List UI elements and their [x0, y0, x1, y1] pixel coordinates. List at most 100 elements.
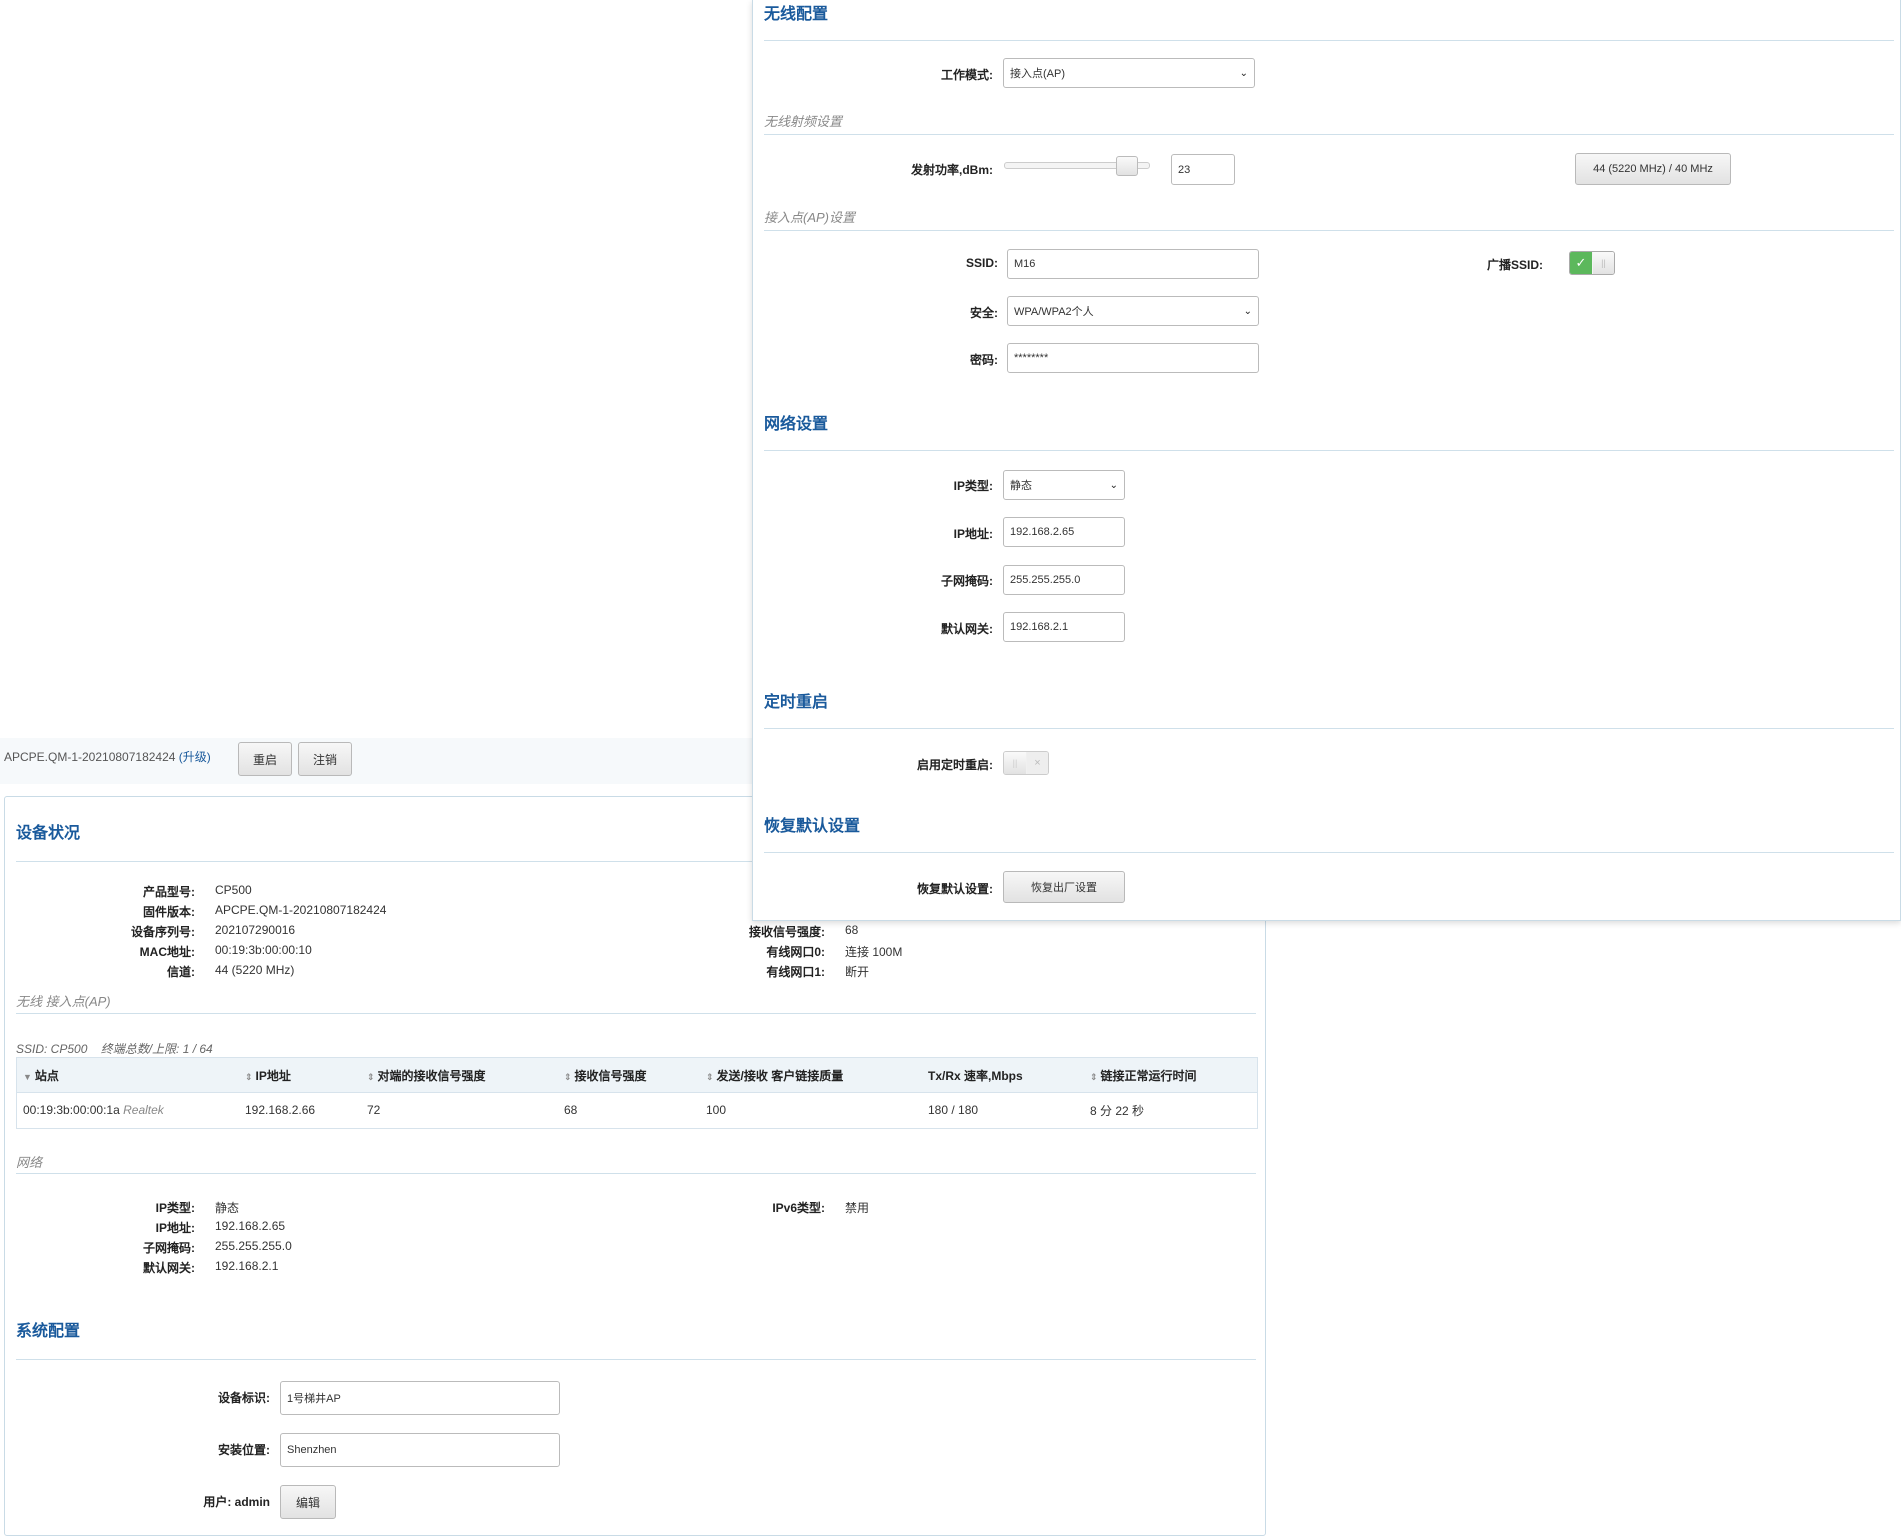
check-icon: ✓ [1570, 252, 1592, 274]
network-config-title: 网络设置 [764, 416, 829, 433]
close-icon: × [1027, 752, 1048, 774]
divider [16, 1013, 1256, 1014]
sort-icon: ⇕ [706, 1071, 714, 1082]
field-value: 255.255.255.0 [215, 1239, 292, 1253]
broadcast-ssid-toggle[interactable]: ✓ || [1569, 251, 1615, 275]
sort-icon: ⇕ [367, 1071, 375, 1082]
cell-quality: 100 [706, 1103, 727, 1117]
table-row: 00:19:3b:00:00:1a Realtek 192.168.2.66 7… [17, 1093, 1257, 1128]
divider [16, 1173, 1256, 1174]
field-label: 有线网口1: [766, 965, 825, 979]
cell-remote-signal: 72 [367, 1103, 381, 1117]
password-label: 密码: [970, 353, 998, 367]
scheduled-reboot-title: 定时重启 [764, 694, 829, 711]
field-label: 产品型号: [143, 885, 195, 899]
chevron-down-icon: ⌄ [1239, 67, 1248, 79]
field-value: 00:19:3b:00:00:10 [215, 943, 312, 957]
ssid-input[interactable]: M16 [1007, 249, 1259, 279]
field-value: APCPE.QM-1-20210807182424 [215, 903, 387, 917]
col-uptime[interactable]: ⇕ 链接正常运行时间 [1084, 1058, 1257, 1093]
field-value: 68 [845, 923, 859, 937]
ssid-summary: SSID: CP500 终端总数/上限: 1 / 64 [16, 1042, 213, 1056]
reboot-button[interactable]: 重启 [238, 742, 292, 776]
field-label: IP地址: [155, 1221, 195, 1235]
field-value: 202107290016 [215, 923, 296, 937]
field-value: 192.168.2.1 [215, 1259, 279, 1273]
mask-input[interactable]: 255.255.255.0 [1003, 565, 1125, 595]
user-label: 用户: admin [203, 1495, 270, 1509]
field-label: 固件版本: [143, 905, 195, 919]
sort-icon: ⇕ [245, 1071, 253, 1082]
channel-select-button[interactable]: 44 (5220 MHz) / 40 MHz [1575, 153, 1731, 185]
col-quality[interactable]: ⇕ 发送/接收 客户链接质量 [700, 1058, 922, 1093]
cell-ip: 192.168.2.66 [245, 1103, 316, 1117]
security-select[interactable]: WPA/WPA2个人 ⌄ [1007, 296, 1259, 326]
ap-subtitle: 接入点(AP)设置 [764, 210, 856, 225]
power-input[interactable]: 23 [1171, 154, 1235, 185]
restore-title: 恢复默认设置 [764, 818, 861, 835]
location-input[interactable]: Shenzhen [280, 1433, 560, 1467]
network-subtitle: 网络 [16, 1155, 43, 1170]
wireless-ap-subtitle: 无线 接入点(AP) [16, 994, 111, 1009]
field-label: IP类型: [155, 1201, 195, 1215]
col-signal[interactable]: ⇕ 接收信号强度 [558, 1058, 700, 1093]
scheduled-reboot-toggle[interactable]: || × [1003, 751, 1049, 775]
field-label: 设备序列号: [131, 925, 195, 939]
ip-input[interactable]: 192.168.2.65 [1003, 517, 1125, 547]
cell-station: 00:19:3b:00:00:1a Realtek [23, 1103, 164, 1117]
sort-desc-icon: ▼ [23, 1071, 32, 1082]
divider [764, 450, 1894, 451]
password-input[interactable]: ******** [1007, 343, 1259, 373]
col-remote-signal[interactable]: ⇕ 对端的接收信号强度 [361, 1058, 558, 1093]
chevron-down-icon: ⌄ [1109, 479, 1118, 491]
col-rate[interactable]: Tx/Rx 速率,Mbps [922, 1058, 1084, 1093]
location-label: 安装位置: [218, 1443, 270, 1457]
edit-user-button[interactable]: 编辑 [280, 1485, 336, 1519]
ip-label: IP地址: [953, 527, 993, 541]
restore-label: 恢复默认设置: [917, 882, 993, 896]
mode-label: 工作模式: [941, 68, 993, 82]
col-ip[interactable]: ⇕ IP地址 [239, 1058, 361, 1093]
sort-icon: ⇕ [1090, 1071, 1098, 1082]
wireless-config-title: 无线配置 [764, 6, 829, 23]
cell-uptime: 8 分 22 秒 [1090, 1103, 1145, 1118]
gateway-label: 默认网关: [941, 622, 993, 636]
chevron-down-icon: ⌄ [1243, 305, 1252, 317]
top-toolbar: APCPE.QM-1-20210807182424 (升级) 重启 注销 [0, 738, 752, 784]
scheduled-reboot-label: 启用定时重启: [917, 758, 993, 772]
security-label: 安全: [970, 306, 998, 320]
mode-select[interactable]: 接入点(AP) ⌄ [1003, 58, 1255, 88]
ip-type-select[interactable]: 静态 ⌄ [1003, 470, 1125, 500]
mask-label: 子网掩码: [941, 574, 993, 588]
factory-reset-button[interactable]: 恢复出厂设置 [1003, 871, 1125, 903]
field-label: 有线网口0: [766, 945, 825, 959]
power-label: 发射功率,dBm: [911, 163, 993, 177]
field-label: IPv6类型: [772, 1201, 825, 1215]
rf-subtitle: 无线射频设置 [764, 114, 843, 129]
toggle-handle-icon: || [1593, 252, 1614, 274]
field-label: 接收信号强度: [749, 925, 825, 939]
ssid-label: SSID: [965, 256, 998, 270]
firmware-version: APCPE.QM-1-20210807182424 (升级) [4, 750, 211, 764]
device-id-input[interactable]: 1号梯井AP [280, 1381, 560, 1415]
divider [764, 40, 1894, 41]
broadcast-ssid-label: 广播SSID: [1486, 258, 1543, 272]
logout-button[interactable]: 注销 [298, 742, 352, 776]
field-value: 禁用 [845, 1201, 870, 1215]
field-label: MAC地址: [139, 945, 195, 959]
field-label: 默认网关: [143, 1261, 195, 1275]
device-id-label: 设备标识: [218, 1391, 270, 1405]
cell-signal: 68 [564, 1103, 578, 1117]
wireless-config-panel: 无线配置 工作模式: 接入点(AP) ⌄ 无线射频设置 发射功率,dBm: 23 … [752, 0, 1901, 921]
sort-icon: ⇕ [564, 1071, 572, 1082]
divider [764, 728, 1894, 729]
gateway-input[interactable]: 192.168.2.1 [1003, 612, 1125, 642]
col-station[interactable]: ▼ 站点 [17, 1058, 239, 1093]
toggle-handle-icon: || [1004, 752, 1026, 774]
divider [764, 230, 1894, 231]
field-value: CP500 [215, 883, 252, 897]
divider [764, 134, 1894, 135]
power-slider-handle[interactable] [1115, 156, 1138, 176]
upgrade-link[interactable]: (升级) [179, 750, 211, 764]
stations-table: ▼ 站点 ⇕ IP地址 ⇕ 对端的接收信号强度 ⇕ 接收信号强度 ⇕ 发送/接收 客户链接… [17, 1058, 1257, 1127]
